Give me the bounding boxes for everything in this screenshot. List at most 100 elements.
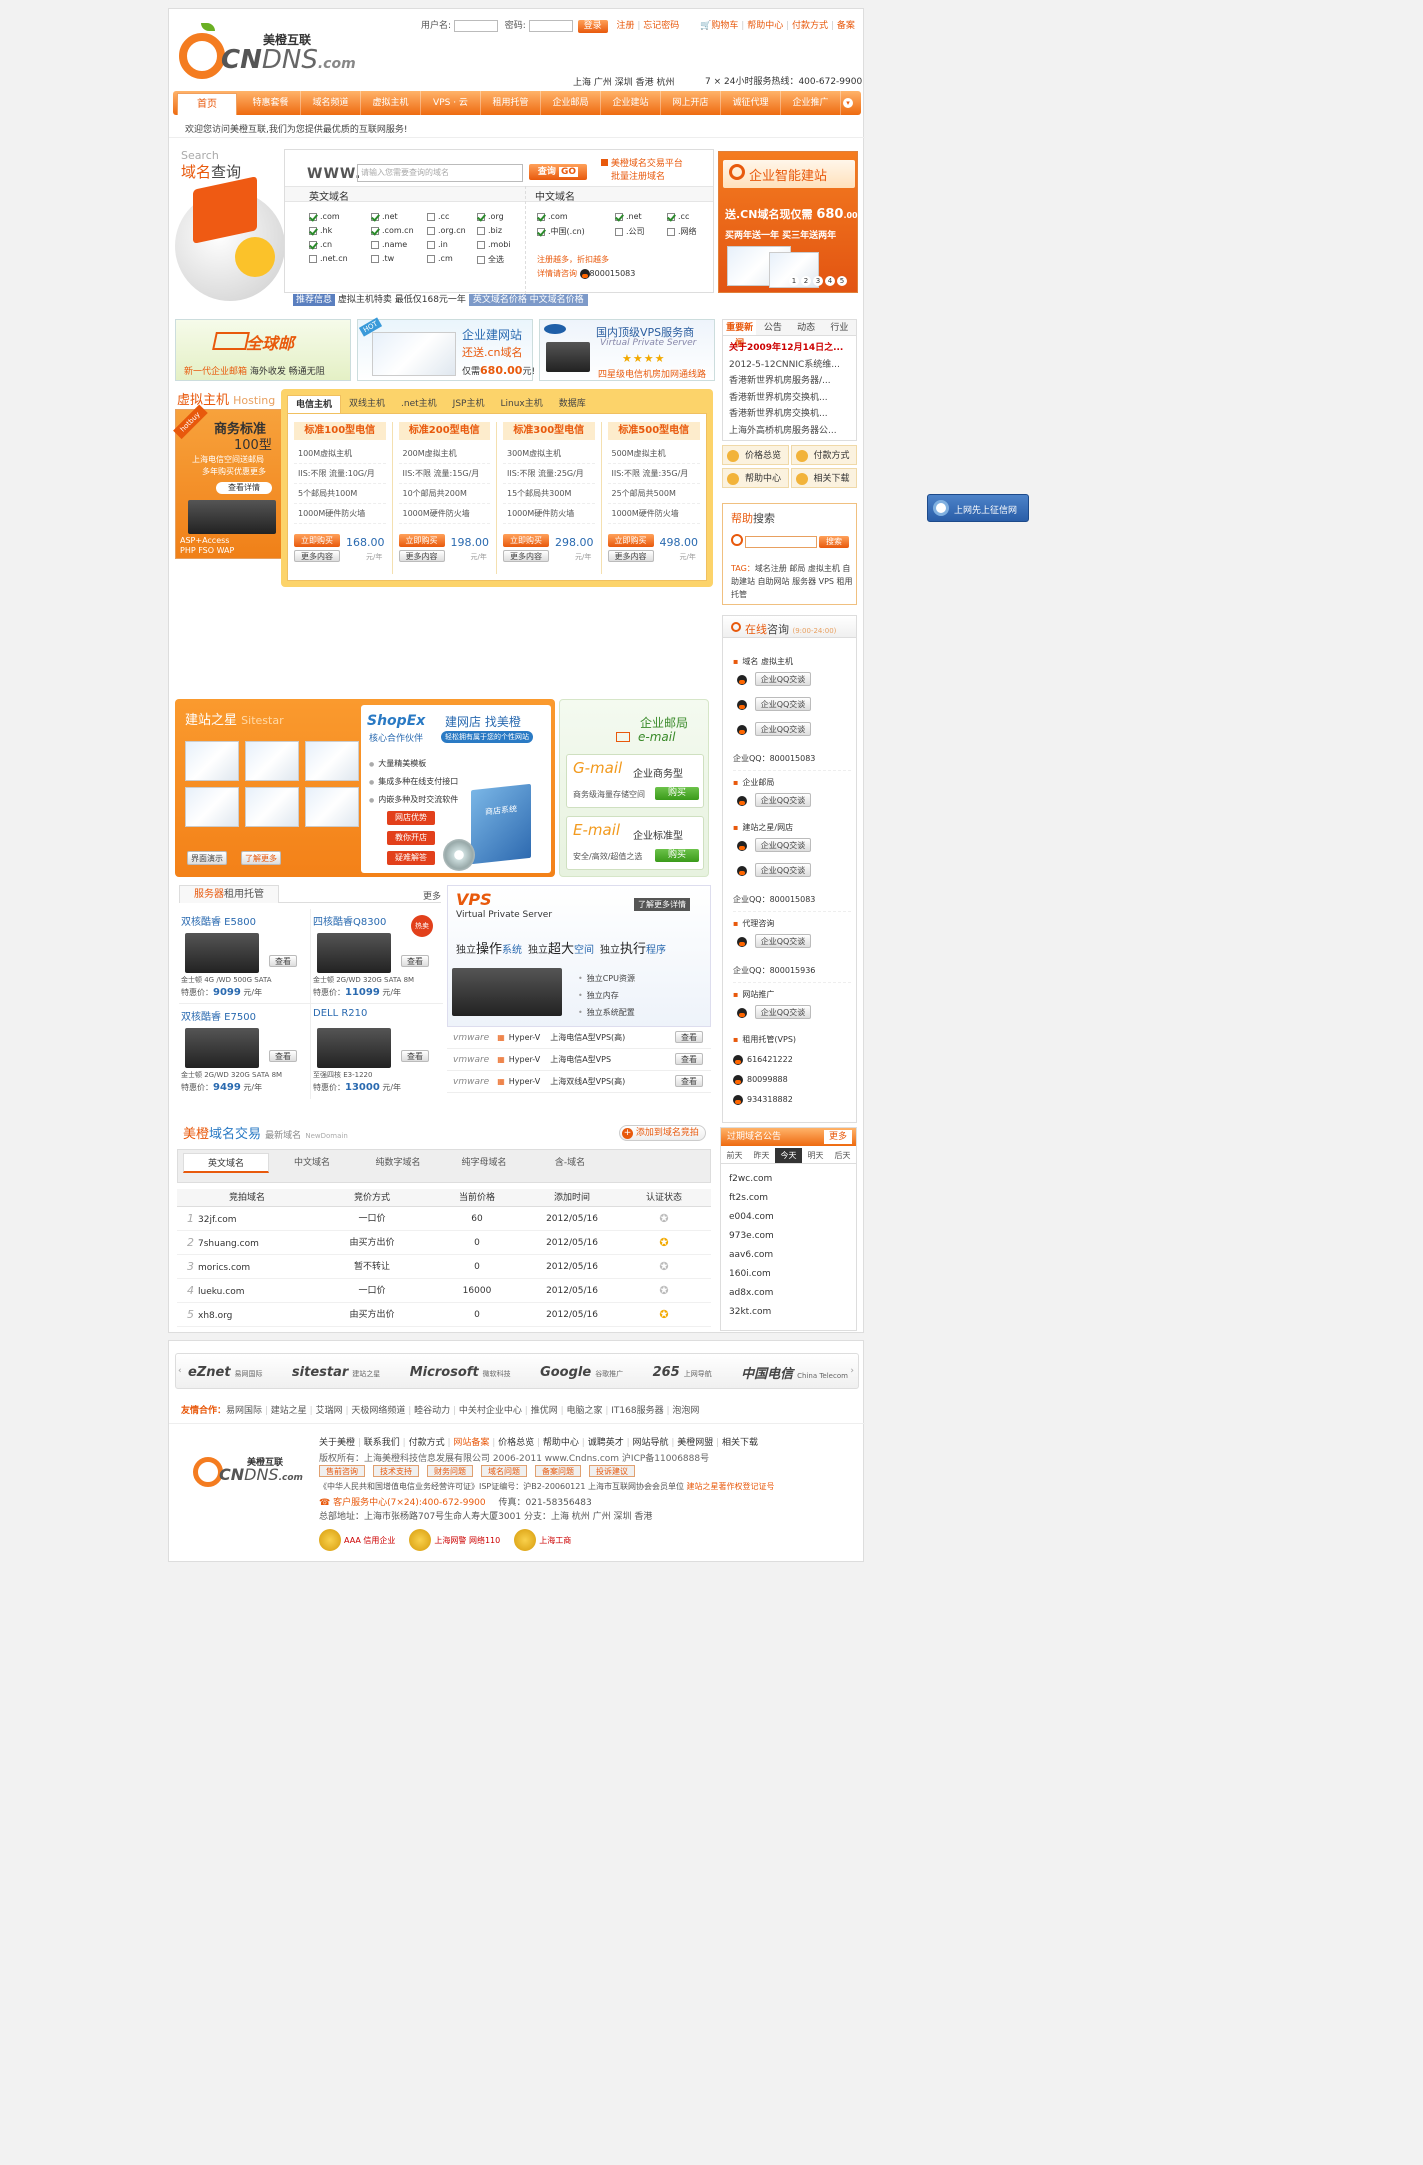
view-button[interactable]: 查看 bbox=[675, 1075, 703, 1087]
view-button[interactable]: 查看 bbox=[269, 955, 297, 967]
en-domain-option[interactable]: .cc bbox=[427, 212, 477, 221]
en-domain-option[interactable]: .net.cn bbox=[309, 254, 371, 265]
qq-chat-button[interactable]: 企业QQ交谈 bbox=[755, 1005, 811, 1019]
qq-chat-button[interactable]: 企业QQ交谈 bbox=[755, 838, 811, 852]
forgot-password-link[interactable]: 忘记密码 bbox=[643, 21, 679, 31]
email-plan-1-buy[interactable]: 购买 bbox=[655, 787, 699, 800]
help-search-input[interactable] bbox=[745, 536, 817, 548]
nav-item-9[interactable]: 诚征代理 bbox=[721, 91, 781, 115]
email-plan-2-buy[interactable]: 购买 bbox=[655, 849, 699, 862]
footer-link[interactable]: 关于美橙 bbox=[319, 1438, 355, 1448]
footer-service-button[interactable]: 备案问题 bbox=[535, 1465, 581, 1477]
footer-logo[interactable]: 美橙互联 CNDNS.com bbox=[193, 1451, 303, 1491]
en-domain-option[interactable]: 全选 bbox=[477, 254, 521, 265]
view-button[interactable]: 查看 bbox=[675, 1053, 703, 1065]
hosting-tab-0[interactable]: 电信主机 bbox=[287, 395, 342, 413]
sitestar-action-button[interactable]: 疑难解答 bbox=[387, 851, 435, 865]
checkbox[interactable] bbox=[667, 212, 675, 221]
add-auction-button[interactable]: + 添加到域名竞拍 bbox=[619, 1125, 706, 1141]
trade-tab-2[interactable]: 纯数字域名 bbox=[355, 1153, 441, 1173]
site-logo[interactable]: 美橙互联 CNDNS.com bbox=[177, 19, 357, 87]
quick-link[interactable]: 相关下载 bbox=[790, 468, 857, 488]
qq-chat-button[interactable]: 企业QQ交谈 bbox=[755, 697, 811, 711]
smart-build-ad[interactable]: 企业智能建站 送.CN域名现仅需 680.00 买两年送一年 买三年送两年 12… bbox=[718, 151, 858, 293]
footer-link[interactable]: 诚聘英才 bbox=[588, 1438, 624, 1448]
learn-more-button[interactable]: 了解更多 bbox=[241, 851, 281, 865]
hosting-tab-1[interactable]: 双线主机 bbox=[341, 395, 393, 413]
friend-link[interactable]: 推优网 bbox=[531, 1406, 558, 1416]
qq-number-row[interactable]: 80099888 bbox=[733, 1070, 851, 1090]
hosting-detail-button[interactable]: 查看详情 bbox=[216, 482, 272, 494]
footer-service-button[interactable]: 售前咨询 bbox=[319, 1465, 365, 1477]
checkbox[interactable] bbox=[427, 226, 435, 235]
chevron-down-icon[interactable]: ▾ bbox=[843, 98, 853, 108]
cart-icon[interactable]: 🛒 bbox=[700, 21, 711, 31]
cn-domain-option[interactable]: .公司 bbox=[615, 226, 667, 237]
table-row[interactable]: 4 lueku.com 一口价 16000 2012/05/16 ✪ bbox=[177, 1279, 711, 1303]
sitestar-action-button[interactable]: 网店优势 bbox=[387, 811, 435, 825]
buy-now-button[interactable]: 立即购买 bbox=[503, 534, 549, 547]
trust-badge[interactable]: 上海工商 bbox=[514, 1529, 571, 1551]
checkbox[interactable] bbox=[309, 226, 317, 235]
expired-domain[interactable]: 32kt.com bbox=[729, 1303, 774, 1322]
news-item[interactable]: 关于2009年12月14日之... bbox=[729, 340, 853, 357]
vps-plan-row[interactable]: vmware ▦ Hyper-V 上海电信A型VPS(高) 查看 bbox=[447, 1027, 711, 1049]
partner-logo[interactable]: 265 上网导航 bbox=[653, 1365, 712, 1380]
qq-number-row[interactable]: 934318882 bbox=[733, 1090, 851, 1110]
partner-logo[interactable]: Google 谷歌推广 bbox=[540, 1365, 623, 1380]
friend-link[interactable]: 天极网络频道 bbox=[351, 1406, 405, 1416]
expired-tab-3[interactable]: 明天 bbox=[802, 1148, 829, 1163]
en-domain-option[interactable]: .mobi bbox=[477, 240, 521, 249]
login-button[interactable]: 登录 bbox=[577, 20, 608, 33]
footer-service-button[interactable]: 域名问题 bbox=[481, 1465, 527, 1477]
nav-item-10[interactable]: 企业推广 bbox=[781, 91, 841, 115]
friend-link[interactable]: 电脑之家 bbox=[566, 1406, 602, 1416]
expired-domain[interactable]: ad8x.com bbox=[729, 1284, 774, 1303]
expired-domain[interactable]: f2wc.com bbox=[729, 1170, 774, 1189]
friend-link[interactable]: 中关村企业中心 bbox=[459, 1406, 522, 1416]
qq-chat-button[interactable]: 企业QQ交谈 bbox=[755, 934, 811, 948]
en-domain-option[interactable]: .tw bbox=[371, 254, 427, 265]
en-domain-option[interactable]: .cn bbox=[309, 240, 371, 249]
vps-more-link[interactable]: 了解更多详情 bbox=[634, 898, 690, 911]
qq-chat-button[interactable]: 企业QQ交谈 bbox=[755, 863, 811, 877]
news-tab-3[interactable]: 行业 bbox=[823, 320, 856, 335]
more-content-button[interactable]: 更多内容 bbox=[607, 550, 654, 562]
table-row[interactable]: 1 32jf.com 一口价 60 2012/05/16 ✪ bbox=[177, 1207, 711, 1231]
footer-link[interactable]: 网站备案 bbox=[453, 1438, 489, 1448]
vps-plan-row[interactable]: vmware ▦ Hyper-V 上海双线A型VPS(高) 查看 bbox=[447, 1071, 711, 1093]
friend-link[interactable]: 建站之星 bbox=[271, 1406, 307, 1416]
qq-chat-button[interactable]: 企业QQ交谈 bbox=[755, 672, 811, 686]
quick-link[interactable]: 价格总览 bbox=[722, 445, 789, 465]
demo-button[interactable]: 界面演示 bbox=[187, 851, 227, 865]
news-item[interactable]: 2012-5-12CNNIC系统维... bbox=[729, 357, 853, 374]
vps-plan-row[interactable]: vmware ▦ Hyper-V 上海电信A型VPS 查看 bbox=[447, 1049, 711, 1071]
friend-link[interactable]: IT168服务器 bbox=[611, 1406, 663, 1416]
trade-tab-1[interactable]: 中文域名 bbox=[269, 1153, 355, 1173]
quick-link[interactable]: 付款方式 bbox=[790, 445, 857, 465]
buy-now-button[interactable]: 立即购买 bbox=[398, 534, 445, 547]
nav-item-2[interactable]: 域名频道 bbox=[301, 91, 361, 115]
domain-name[interactable]: 7shuang.com bbox=[198, 1239, 259, 1249]
template-thumb[interactable] bbox=[245, 741, 299, 781]
site-build-banner[interactable]: HOT 企业建网站 还送.cn域名 仅需680.00元! bbox=[357, 317, 535, 381]
qq-chat-button[interactable]: 企业QQ交谈 bbox=[755, 722, 811, 736]
server-name[interactable]: 双核酷睿 E7500 bbox=[181, 1008, 256, 1023]
en-domain-option[interactable]: .com bbox=[309, 212, 371, 221]
template-thumb[interactable] bbox=[245, 787, 299, 827]
checkbox[interactable] bbox=[615, 212, 623, 221]
domain-name[interactable]: lueku.com bbox=[198, 1287, 244, 1297]
expired-tab-4[interactable]: 后天 bbox=[829, 1148, 856, 1163]
checkbox[interactable] bbox=[477, 240, 485, 249]
cn-domain-option[interactable]: .com bbox=[537, 212, 615, 221]
news-item[interactable]: 香港新世界机房交换机... bbox=[729, 390, 853, 407]
en-domain-option[interactable]: .name bbox=[371, 240, 427, 249]
partner-logo[interactable]: sitestar 建站之星 bbox=[292, 1365, 380, 1380]
servers-more-link[interactable]: 更多 bbox=[423, 889, 441, 902]
expired-domain[interactable]: 160i.com bbox=[729, 1265, 774, 1284]
nav-item-5[interactable]: 租用托管 bbox=[481, 91, 541, 115]
expired-domain[interactable]: 973e.com bbox=[729, 1227, 774, 1246]
vps-banner[interactable]: 国内顶级VPS服务商 Virtual Private Server ★★★★ 四… bbox=[539, 319, 715, 381]
nav-item-3[interactable]: 虚拟主机 bbox=[361, 91, 421, 115]
trade-platform-link[interactable]: 美橙域名交易平台 bbox=[611, 159, 683, 169]
